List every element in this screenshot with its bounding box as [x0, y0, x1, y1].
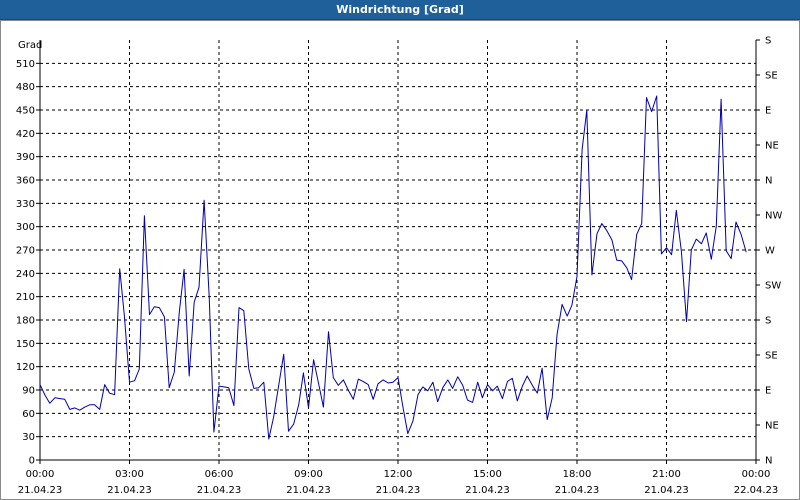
x-tick-time-label: 00:00 [742, 469, 771, 480]
y-tick-label: 210 [16, 292, 35, 303]
x-tick-time-label: 15:00 [473, 469, 502, 480]
y-tick-label: 360 [16, 176, 35, 187]
x-tick-date-label: 21.04.23 [376, 485, 421, 496]
y-tick-label: 450 [16, 106, 35, 117]
right-axis-compass-labels: N NE E SE S SW W NW N NE E SE S [765, 36, 782, 467]
y-tick-label: 480 [16, 82, 35, 93]
x-tick-date-label: 21.04.23 [644, 485, 689, 496]
x-tick-date-label: 21.04.23 [107, 485, 152, 496]
y-tick-label: 0 [29, 456, 35, 467]
wind-direction-chart: 0 30 60 90 120 150 180 210 240 270 300 330 360 390 420… [16, 36, 783, 497]
x-tick-time-label: 06:00 [205, 469, 234, 480]
y-tick-label: 60 [22, 409, 35, 420]
x-tick-date-label: 21.04.23 [555, 485, 600, 496]
y-tick-label: 270 [16, 246, 35, 257]
x-tick-date-label: 21.04.23 [18, 485, 63, 496]
y-axis-title: Grad [18, 40, 42, 51]
y-tick-label: 330 [16, 199, 35, 210]
compass-label: NW [765, 211, 782, 222]
y-tick-label: 300 [16, 222, 35, 233]
y-tick-label: 180 [16, 316, 35, 327]
x-tick-time-label: 09:00 [294, 469, 323, 480]
y-tick-label: 30 [22, 432, 35, 443]
y-tick-label: 120 [16, 362, 35, 373]
x-tick-time-label: 21:00 [652, 469, 681, 480]
compass-label: SW [765, 281, 781, 292]
compass-label: N [765, 456, 772, 467]
y-tick-label: 240 [16, 269, 35, 280]
x-tick-date-label: 21.04.23 [465, 485, 510, 496]
y-axis-tick-labels: 0 30 60 90 120 150 180 210 240 270 300 330 360 390 420… [16, 59, 35, 467]
compass-label: E [765, 386, 771, 397]
compass-label: NE [765, 141, 779, 152]
series-layer [39, 95, 747, 440]
compass-label: W [765, 246, 775, 257]
compass-label: N [765, 176, 772, 187]
y-tick-label: 90 [22, 386, 35, 397]
compass-label: S [765, 316, 771, 327]
x-tick-date-label: 22.04.23 [734, 485, 779, 496]
series-line-windrichtung [39, 95, 747, 440]
compass-label: SE [765, 351, 778, 362]
x-tick-date-label: 21.04.23 [286, 485, 331, 496]
x-axis-tick-labels: 00:00 21.04.23 03:00 21.04.23 06:00 21.04.23 0… [18, 469, 779, 496]
compass-label: NE [765, 421, 779, 432]
y-tick-label: 510 [16, 59, 35, 70]
x-tick-time-label: 00:00 [26, 469, 55, 480]
compass-label: E [765, 106, 771, 117]
x-tick-time-label: 12:00 [384, 469, 413, 480]
compass-label: S [765, 36, 771, 47]
compass-label: SE [765, 71, 778, 82]
y-tick-label: 420 [16, 129, 35, 140]
x-tick-time-label: 18:00 [563, 469, 592, 480]
y-tick-label: 150 [16, 339, 35, 350]
x-tick-time-label: 03:00 [115, 469, 144, 480]
y-tick-label: 390 [16, 152, 35, 163]
x-tick-date-label: 21.04.23 [197, 485, 242, 496]
